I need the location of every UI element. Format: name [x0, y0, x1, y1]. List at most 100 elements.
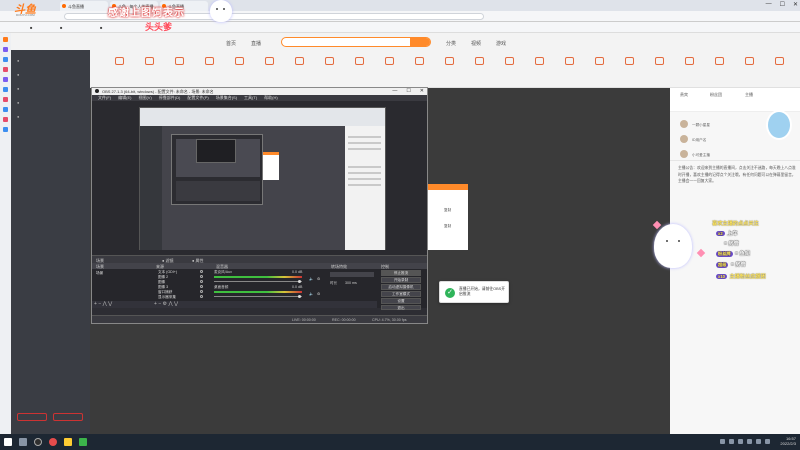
down-icon[interactable]: ⋁ — [108, 301, 112, 307]
app-icon[interactable] — [79, 438, 87, 446]
category-item[interactable] — [736, 57, 762, 79]
speaker-icon[interactable]: 🔈 — [309, 292, 313, 296]
virtual-camera-button[interactable]: 启动虚拟摄像机 — [381, 284, 421, 290]
category-item[interactable] — [316, 57, 342, 79]
search-input[interactable] — [281, 37, 431, 47]
sidebar-item[interactable]: ● — [17, 114, 19, 119]
sidebar-item[interactable]: ● — [17, 86, 19, 91]
category-item[interactable] — [646, 57, 672, 79]
category-item[interactable] — [136, 57, 162, 79]
sidebar-action-button[interactable] — [17, 413, 47, 421]
live-icon[interactable] — [3, 117, 8, 122]
category-item[interactable] — [676, 57, 702, 79]
video-icon[interactable] — [3, 67, 8, 72]
tray-icon[interactable] — [756, 439, 761, 444]
sidebar-item[interactable]: ● — [17, 100, 19, 105]
exit-button[interactable]: 退出 — [381, 305, 421, 310]
preview-canvas[interactable] — [139, 107, 386, 250]
visibility-icon[interactable] — [200, 295, 203, 298]
tray-icon[interactable] — [720, 439, 725, 444]
history-icon[interactable] — [3, 57, 8, 62]
noble-badge-icon[interactable] — [766, 110, 792, 140]
category-item[interactable] — [616, 57, 642, 79]
category-item[interactable] — [166, 57, 192, 79]
sidebar-item[interactable]: ● — [17, 58, 19, 63]
volume-slider[interactable] — [214, 296, 302, 297]
category-item[interactable] — [556, 57, 582, 79]
category-item[interactable] — [226, 57, 252, 79]
remove-icon[interactable]: − — [158, 301, 161, 307]
stop-streaming-button[interactable]: 停止推流 — [381, 270, 421, 276]
visibility-icon[interactable] — [200, 280, 203, 283]
remove-icon[interactable]: − — [98, 301, 101, 307]
gear-icon[interactable]: ⚙ — [317, 277, 320, 281]
bookmark-icon[interactable]: ■ — [30, 25, 32, 30]
start-recording-button[interactable]: 开始录制 — [381, 277, 421, 283]
sidebar-item[interactable]: ● — [17, 72, 19, 77]
volume-slider[interactable] — [214, 281, 302, 282]
tab-fans[interactable]: 粉丝团 — [710, 92, 722, 98]
gear-icon[interactable]: ⚙ — [163, 301, 167, 307]
obs-taskbar-icon[interactable] — [34, 438, 42, 446]
add-icon[interactable]: + — [154, 301, 157, 307]
sidebar-action-button[interactable] — [53, 413, 83, 421]
nav-game[interactable]: 游戏 — [496, 40, 506, 47]
tray-icon[interactable] — [729, 439, 734, 444]
browser-taskbar-icon[interactable] — [49, 438, 57, 446]
home-icon[interactable] — [3, 37, 8, 42]
obs-close-button[interactable]: ✕ — [420, 88, 424, 94]
minimize-button[interactable]: — — [766, 1, 772, 8]
tray-icon[interactable] — [765, 439, 770, 444]
up-icon[interactable]: ⋀ — [169, 301, 173, 307]
add-icon[interactable]: + — [94, 301, 97, 307]
download-icon[interactable] — [3, 87, 8, 92]
site-logo[interactable]: 斗鱼 DOUYU.COM — [2, 0, 42, 17]
gear-icon[interactable]: ⚙ — [317, 292, 320, 296]
tab-vip[interactable]: 贵宾 — [680, 92, 688, 98]
search-icon[interactable] — [19, 438, 27, 446]
maximize-button[interactable]: ☐ — [780, 1, 785, 8]
nav-category[interactable]: 分类 — [446, 40, 456, 47]
category-item[interactable] — [436, 57, 462, 79]
tray-icon[interactable] — [738, 439, 743, 444]
category-item[interactable] — [526, 57, 552, 79]
category-item[interactable] — [196, 57, 222, 79]
category-item[interactable] — [256, 57, 282, 79]
studio-mode-button[interactable]: 工作室模式 — [381, 291, 421, 297]
cloud-icon[interactable] — [3, 107, 8, 112]
windows-start-icon[interactable] — [4, 438, 12, 446]
rank-row[interactable]: 小可爱主播 — [680, 150, 770, 160]
volume-knob[interactable] — [298, 295, 301, 298]
obs-minimize-button[interactable]: — — [392, 88, 397, 94]
category-item[interactable] — [766, 57, 792, 79]
visibility-icon[interactable] — [200, 290, 203, 293]
category-item[interactable] — [286, 57, 312, 79]
rank-row[interactable]: ID用户名 — [680, 135, 770, 145]
visibility-icon[interactable] — [200, 285, 203, 288]
speaker-icon[interactable]: 🔈 — [309, 277, 313, 281]
clock[interactable]: 16:57 2022/2/3 — [780, 436, 796, 446]
nav-live[interactable]: 直播 — [251, 40, 261, 47]
obs-maximize-button[interactable]: ☐ — [406, 88, 410, 94]
transition-select[interactable] — [330, 272, 374, 277]
close-button[interactable]: ✕ — [793, 1, 798, 8]
category-item[interactable] — [106, 57, 132, 79]
down-icon[interactable]: ⋁ — [174, 301, 178, 307]
folder-icon[interactable] — [64, 438, 72, 446]
tab-streamer[interactable]: 主播 — [745, 92, 753, 98]
scene-item[interactable]: 场景 — [96, 271, 103, 276]
category-item[interactable] — [586, 57, 612, 79]
rank-row[interactable]: 一颗小星星 — [680, 120, 770, 130]
category-item[interactable] — [706, 57, 732, 79]
category-item[interactable] — [376, 57, 402, 79]
tray-icon[interactable] — [747, 439, 752, 444]
transition-duration-input[interactable]: 300 ms — [345, 281, 357, 285]
nav-home[interactable]: 首页 — [226, 40, 236, 47]
visibility-icon[interactable] — [200, 275, 203, 278]
mail-icon[interactable] — [3, 97, 8, 102]
up-icon[interactable]: ⋀ — [103, 301, 107, 307]
tools-icon[interactable] — [3, 127, 8, 132]
nav-video[interactable]: 视频 — [471, 40, 481, 47]
search-button[interactable] — [410, 38, 430, 46]
visibility-icon[interactable] — [200, 270, 203, 273]
